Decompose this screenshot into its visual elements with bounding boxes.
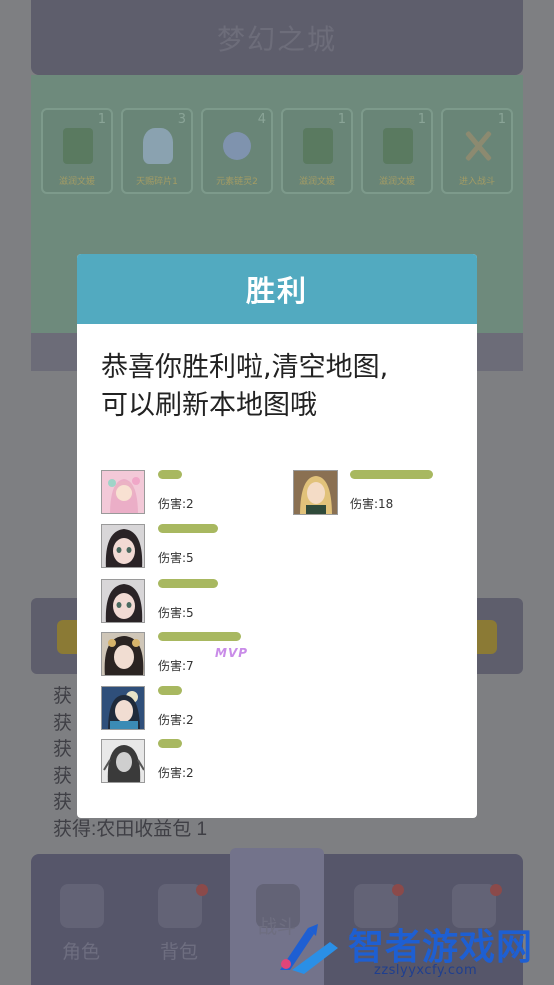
notification-dot <box>196 884 208 896</box>
hero-result: 伤害:2 <box>101 470 281 518</box>
hero-avatar <box>101 739 145 783</box>
brand-url: zzslyyxcfy.com <box>374 963 478 978</box>
hero-avatar <box>101 686 145 730</box>
notification-dot <box>392 884 404 896</box>
reward-item[interactable]: 1 滋润文媛 <box>281 108 353 194</box>
crystal-icon <box>143 128 173 164</box>
hero-avatar <box>293 470 338 515</box>
tab-role[interactable]: 角色 <box>34 854 128 985</box>
hp-bar <box>158 739 182 748</box>
mvp-badge: MVP <box>215 646 249 660</box>
hp-bar <box>158 579 218 588</box>
helmet-icon <box>60 884 104 928</box>
hp-bar <box>158 632 241 641</box>
brand-logo-icon <box>280 924 338 974</box>
reward-item[interactable]: 4 元素链灵2 <box>201 108 273 194</box>
notification-dot <box>490 884 502 896</box>
reward-item[interactable]: 1 滋润文媛 <box>41 108 113 194</box>
reward-item[interactable]: 3 天赐碎片1 <box>121 108 193 194</box>
crossed-swords-icon <box>463 128 493 164</box>
damage-text: 伤害:2 <box>158 766 194 780</box>
hero-result: 伤害:2 <box>101 739 281 787</box>
damage-text: 伤害:2 <box>158 497 194 511</box>
hero-result: 伤害:5 <box>101 524 281 572</box>
hero-avatar <box>101 524 145 568</box>
hp-bar <box>158 524 218 533</box>
victory-dialog[interactable]: 胜利 恭喜你胜利啦,清空地图, 可以刷新本地图哦 伤害:2 伤害:5 伤害:5 … <box>77 254 477 818</box>
dialog-title: 胜利 <box>77 254 477 324</box>
tab-bag[interactable]: 背包 <box>132 854 226 985</box>
hero-avatar <box>101 632 145 676</box>
green-book-icon <box>63 128 93 164</box>
hp-bar <box>350 470 433 479</box>
damage-text: 伤害:5 <box>158 606 194 620</box>
hp-bar <box>158 470 182 479</box>
damage-text: 伤害:5 <box>158 551 194 565</box>
hero-avatar <box>101 470 145 514</box>
reward-item[interactable]: 1 进入战斗 <box>441 108 513 194</box>
hp-bar <box>158 686 182 695</box>
site-watermark: 智者游戏网 zzslyyxcfy.com <box>278 916 554 985</box>
gem-icon <box>223 132 251 160</box>
hero-result: 伤害:2 <box>101 686 281 734</box>
log-line: 获得:农田收益包 1 <box>53 818 208 840</box>
map-title: 梦幻之城 <box>31 0 523 75</box>
hero-result: 伤害:18 <box>293 470 473 518</box>
damage-text: 伤害:18 <box>350 497 394 511</box>
damage-text: 伤害:7 <box>158 659 194 673</box>
victory-message: 恭喜你胜利啦,清空地图, 可以刷新本地图哦 <box>101 352 389 421</box>
green-book-icon <box>303 128 333 164</box>
damage-text: 伤害:2 <box>158 713 194 727</box>
reward-item[interactable]: 1 滋润文媛 <box>361 108 433 194</box>
hero-result: 伤害:7 <box>101 632 281 680</box>
hero-avatar <box>101 579 145 623</box>
hero-result: 伤害:5 <box>101 579 281 627</box>
green-book-icon <box>383 128 413 164</box>
